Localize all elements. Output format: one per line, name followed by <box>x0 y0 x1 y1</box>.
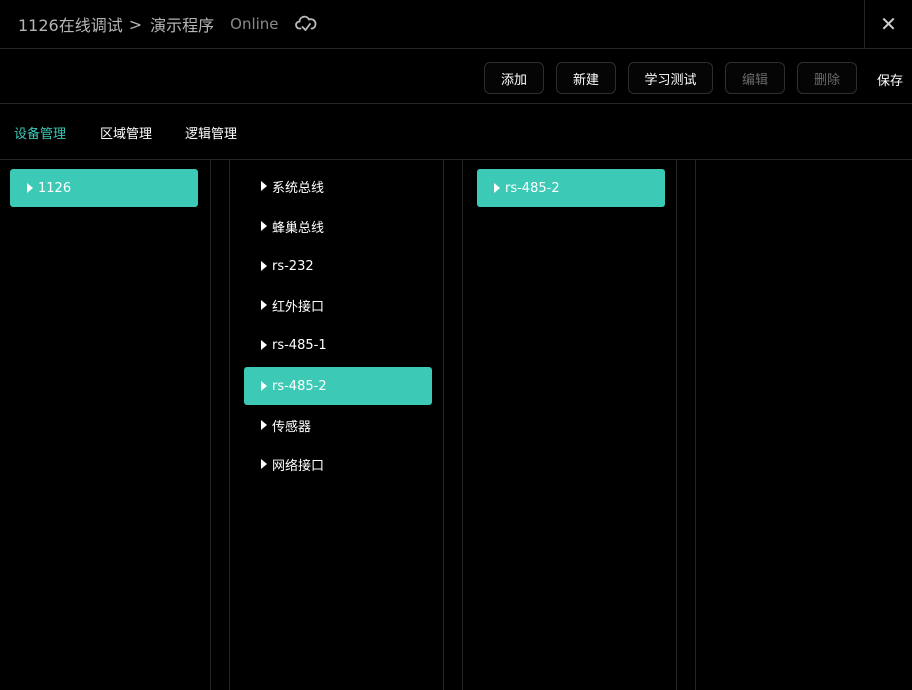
caret-right-icon <box>261 181 267 191</box>
caret-right-icon <box>261 221 267 231</box>
title-bar: 1126在线调试 > 演示程序 Online ✕ <box>0 0 912 49</box>
detail-column <box>696 160 912 690</box>
interface-item[interactable]: rs-485-2 <box>244 367 432 405</box>
sub-item-column: rs-485-2 <box>463 160 676 690</box>
sub-item[interactable]: rs-485-2 <box>477 169 665 207</box>
list-item-label: rs-485-2 <box>505 180 560 196</box>
tab-logic-management[interactable]: 逻辑管理 <box>185 123 237 142</box>
caret-right-icon <box>261 381 267 391</box>
cloud-sync-icon[interactable] <box>294 15 317 33</box>
interface-item[interactable]: 系统总线 <box>244 167 432 205</box>
breadcrumb-root[interactable]: 1126在线调试 <box>18 12 123 36</box>
connection-status: Online <box>230 15 279 33</box>
tab-bar: 设备管理 区域管理 逻辑管理 <box>0 104 912 160</box>
device-item-1126[interactable]: 1126 <box>10 169 198 207</box>
column-divider <box>443 160 444 690</box>
breadcrumb-current: 演示程序 <box>150 16 215 35</box>
tab-area-management[interactable]: 区域管理 <box>100 123 152 142</box>
toolbar: 添加 新建 学习测试 编辑 删除 保存 <box>0 49 912 104</box>
save-button[interactable]: 保存 <box>877 70 903 89</box>
caret-right-icon <box>261 261 267 271</box>
caret-right-icon <box>27 183 33 193</box>
caret-right-icon <box>261 300 267 310</box>
list-item-label: 红外接口 <box>272 299 325 315</box>
interface-column: 系统总线 蜂巢总线 rs-232 红外接口 rs-485-1 rs-485-2 … <box>230 160 443 690</box>
column-divider <box>210 160 211 690</box>
close-icon: ✕ <box>880 12 897 36</box>
breadcrumb: 1126在线调试 > 演示程序 Online <box>18 12 317 36</box>
interface-item[interactable]: 红外接口 <box>244 286 432 324</box>
edit-button[interactable]: 编辑 <box>725 62 785 94</box>
tab-device-management[interactable]: 设备管理 <box>14 123 66 142</box>
interface-item[interactable]: rs-232 <box>244 247 432 285</box>
caret-right-icon <box>261 420 267 430</box>
add-button[interactable]: 添加 <box>484 62 544 94</box>
list-item-label: 1126 <box>38 180 72 196</box>
new-button[interactable]: 新建 <box>556 62 616 94</box>
breadcrumb-separator: > <box>128 14 143 34</box>
list-item-label: 系统总线 <box>272 180 325 196</box>
list-item-label: 网络接口 <box>272 458 325 474</box>
list-item-label: 蜂巢总线 <box>272 220 325 236</box>
caret-right-icon <box>261 459 267 469</box>
interface-item[interactable]: 网络接口 <box>244 445 432 483</box>
close-button[interactable]: ✕ <box>864 0 912 48</box>
device-column: 1126 <box>0 160 210 690</box>
caret-right-icon <box>494 183 500 193</box>
delete-button[interactable]: 删除 <box>797 62 857 94</box>
list-item-label: rs-485-1 <box>272 337 327 353</box>
caret-right-icon <box>261 340 267 350</box>
list-item-label: rs-485-2 <box>272 378 327 394</box>
interface-item[interactable]: 传感器 <box>244 406 432 444</box>
list-item-label: rs-232 <box>272 258 314 274</box>
interface-item[interactable]: rs-485-1 <box>244 326 432 364</box>
learn-test-button[interactable]: 学习测试 <box>628 62 713 94</box>
interface-item[interactable]: 蜂巢总线 <box>244 207 432 245</box>
column-divider <box>676 160 677 690</box>
list-item-label: 传感器 <box>272 419 312 435</box>
